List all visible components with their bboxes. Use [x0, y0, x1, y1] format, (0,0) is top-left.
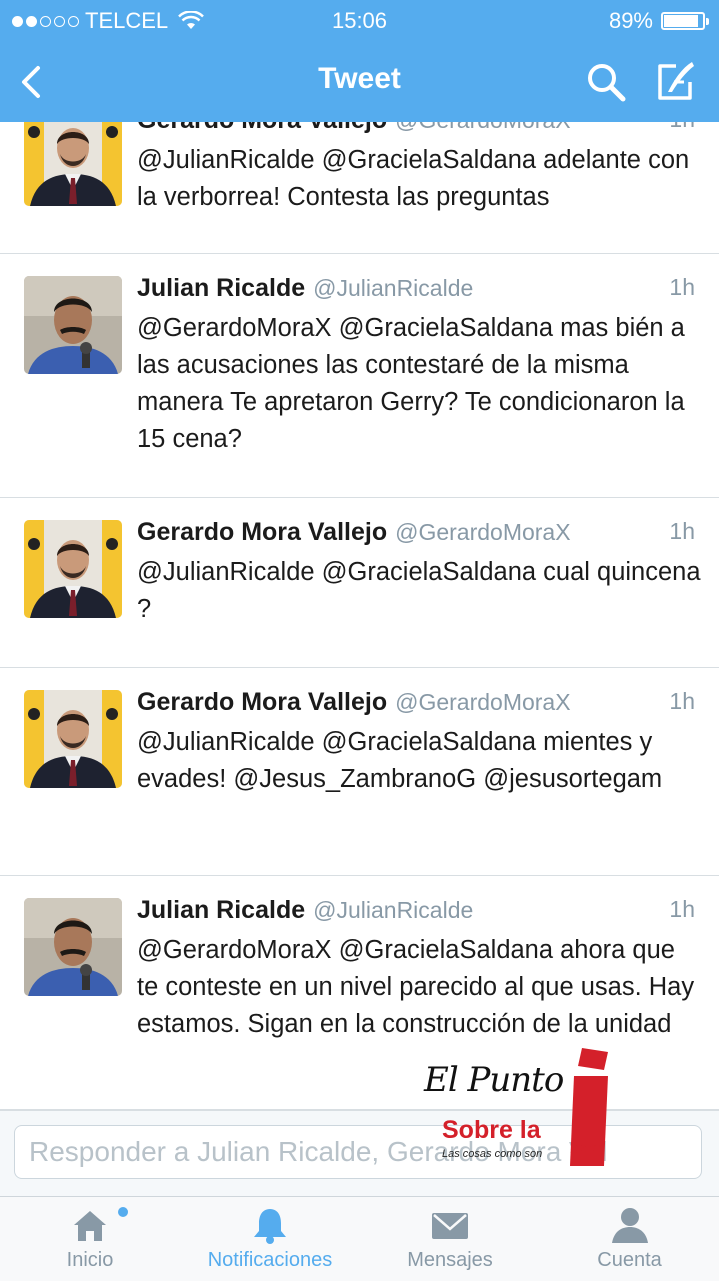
tweet-text: @GerardoMoraX @GracielaSaldana ahora que…	[137, 936, 695, 1038]
home-icon	[74, 1211, 106, 1241]
tab-inicio[interactable]: Inicio	[0, 1197, 180, 1281]
avatar-julian[interactable]	[24, 898, 122, 996]
envelope-icon	[432, 1213, 468, 1239]
avatar-gerardo[interactable]	[24, 108, 122, 206]
tweet-author-name[interactable]: Julian Ricalde	[137, 274, 305, 302]
person-icon	[611, 1208, 648, 1243]
watermark-title: El Punto	[424, 1060, 564, 1100]
nav-bar: Tweet	[0, 40, 719, 122]
compose-icon	[658, 62, 694, 100]
search-button[interactable]	[584, 60, 628, 104]
tab-label: Cuenta	[597, 1249, 662, 1271]
watermark-slogan: Las cosas como son	[442, 1148, 543, 1160]
notification-dot	[118, 1207, 128, 1217]
battery-icon	[661, 12, 709, 30]
bell-icon	[254, 1209, 286, 1244]
watermark-subtitle: Sobre la	[442, 1116, 541, 1144]
watermark-domain: .com	[570, 1140, 605, 1157]
battery-percent: 89%	[608, 8, 653, 33]
tweet-text: @JulianRicalde @GracielaSaldana mientes …	[137, 728, 663, 793]
tab-label: Inicio	[66, 1249, 114, 1271]
tweet-text: @GerardoMoraX @GracielaSaldana mas bién …	[137, 314, 685, 453]
tweet-author-handle[interactable]: @JulianRicalde	[313, 897, 473, 923]
tweet-text: @JulianRicalde @GracielaSaldana adelante…	[137, 146, 690, 211]
tweet-author-name[interactable]: Gerardo Mora Vallejo	[137, 688, 387, 716]
tweet-item[interactable]: Julian Ricalde @JulianRicalde 1h @Gerardo…	[0, 254, 719, 498]
tab-label: Mensajes	[407, 1249, 493, 1271]
tweet-text: @JulianRicalde @GracielaSaldana cual qui…	[137, 558, 701, 623]
tab-bar: Inicio Notificaciones Mensajes Cuenta	[0, 1196, 719, 1281]
avatar-gerardo[interactable]	[24, 520, 122, 618]
tweet-item[interactable]: Gerardo Mora Vallejo @GerardoMoraX 1h @Ju…	[0, 498, 719, 668]
top-header: TELCEL 15:06 89% Tweet	[0, 0, 719, 122]
tweet-author-name[interactable]: Julian Ricalde	[137, 896, 305, 924]
tweet-timestamp: 1h	[669, 274, 695, 300]
watermark-logo: El Punto Sobre la Las cosas como son .co…	[420, 1046, 615, 1168]
tweet-author-handle[interactable]: @JulianRicalde	[313, 275, 473, 301]
tab-cuenta[interactable]: Cuenta	[540, 1197, 719, 1281]
search-icon	[588, 64, 626, 102]
tab-label: Notificaciones	[207, 1249, 333, 1271]
tweet-timestamp: 1h	[669, 518, 695, 544]
tweet-author-handle[interactable]: @GerardoMoraX	[395, 519, 570, 545]
tweet-item[interactable]: Gerardo Mora Vallejo @GerardoMoraX 1h @Ju…	[0, 668, 719, 876]
tweet-author-handle[interactable]: @GerardoMoraX	[395, 689, 570, 715]
tab-notificaciones[interactable]: Notificaciones	[180, 1197, 360, 1281]
status-bar: TELCEL 15:06 89%	[0, 0, 719, 40]
avatar-gerardo[interactable]	[24, 690, 122, 788]
avatar-julian[interactable]	[24, 276, 122, 374]
tweet-timestamp: 1h	[669, 896, 695, 922]
compose-button[interactable]	[652, 58, 698, 104]
tweet-author-name[interactable]: Gerardo Mora Vallejo	[137, 518, 387, 546]
tweet-timestamp: 1h	[669, 688, 695, 714]
tab-mensajes[interactable]: Mensajes	[360, 1197, 540, 1281]
